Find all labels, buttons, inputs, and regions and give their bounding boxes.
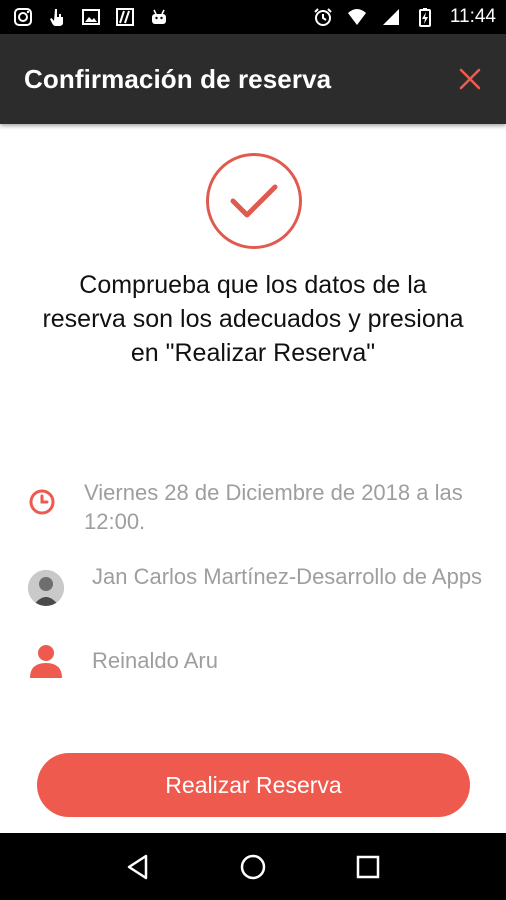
navigation-bar — [0, 833, 506, 900]
image-icon — [80, 6, 102, 28]
professional-row: Jan Carlos Martínez-Desarrollo de Apps — [0, 562, 506, 622]
recents-button[interactable] — [344, 843, 392, 891]
professional-name: Jan Carlos Martínez-Desarrollo de Apps — [92, 564, 483, 589]
battery-charging-icon — [414, 6, 436, 28]
reservation-date-row: Viernes 28 de Diciembre de 2018 a las 12… — [0, 478, 506, 538]
touch-icon — [46, 6, 68, 28]
close-button[interactable] — [454, 63, 486, 95]
app-bar: Confirmación de reserva — [0, 34, 506, 124]
recents-icon — [357, 855, 380, 878]
clock: 11:44 — [449, 6, 496, 27]
client-row: Reinaldo Aru — [0, 640, 506, 680]
page-title: Confirmación de reserva — [24, 63, 332, 94]
make-reservation-button[interactable]: Realizar Reserva — [37, 753, 470, 817]
professional-avatar — [28, 570, 64, 606]
alarm-icon — [312, 6, 334, 28]
back-icon — [127, 854, 147, 879]
status-bar: 11:44 — [0, 0, 506, 34]
client-name: Reinaldo Aru — [92, 648, 218, 673]
clock-icon — [22, 482, 62, 522]
signal-icon — [380, 6, 402, 28]
wifi-icon — [346, 6, 368, 28]
success-badge — [206, 153, 302, 249]
reservation-date: Viernes 28 de Diciembre de 2018 a las 12… — [84, 480, 463, 534]
android-icon — [148, 6, 170, 28]
fabric-icon — [114, 6, 136, 28]
system-icons: 11:44 — [312, 6, 496, 28]
home-button[interactable] — [229, 843, 277, 891]
person-icon — [26, 640, 66, 680]
instructions-text: Comprueba que los datos de la reserva so… — [42, 271, 464, 367]
back-button[interactable] — [114, 843, 162, 891]
checkmark-icon — [230, 184, 278, 218]
close-icon — [459, 68, 481, 90]
avatar — [26, 568, 66, 608]
instagram-icon — [12, 6, 34, 28]
home-icon — [240, 854, 266, 879]
notification-icons — [12, 6, 170, 28]
